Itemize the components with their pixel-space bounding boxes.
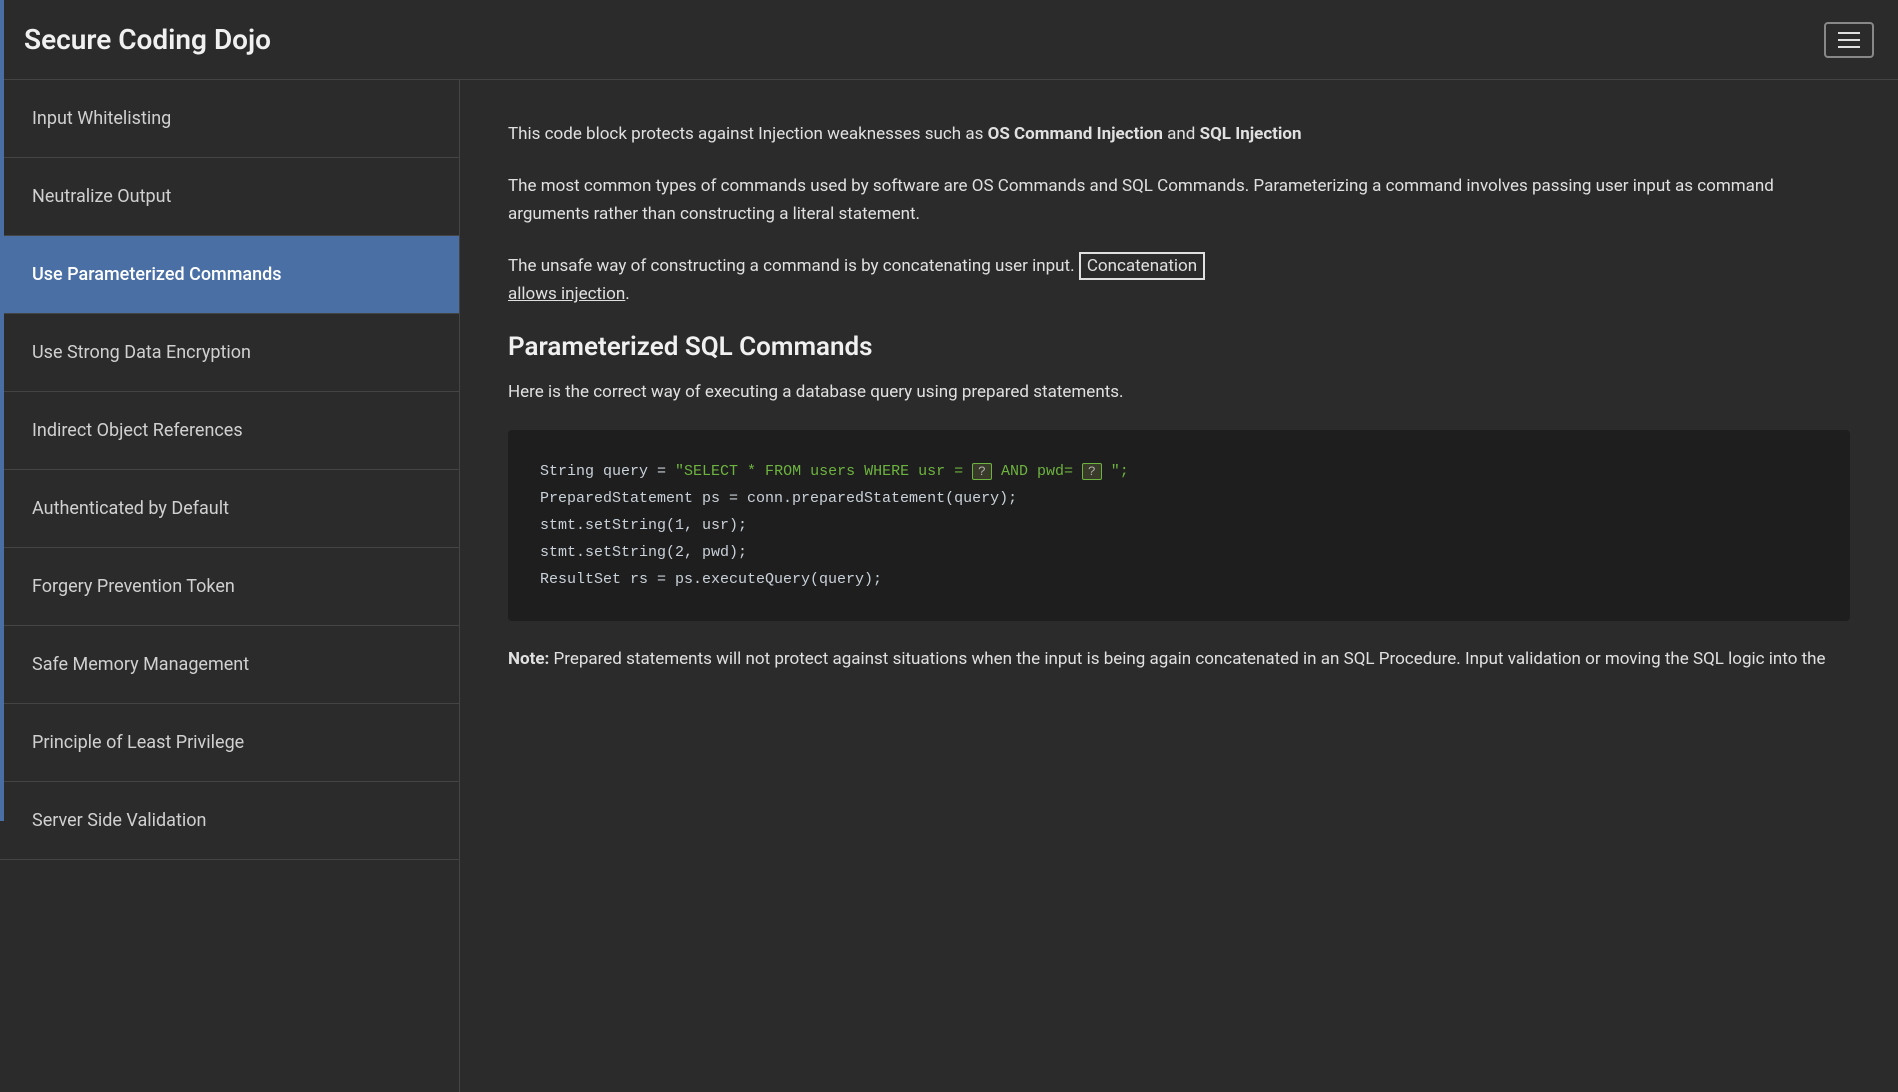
hamburger-line2 — [1838, 39, 1860, 41]
note-paragraph: Note: Prepared statements will not prote… — [508, 645, 1850, 673]
sidebar-label: Forgery Prevention Token — [32, 576, 235, 597]
para2-before: The unsafe way of constructing a command… — [508, 256, 1075, 276]
concatenation-highlight: Concatenation — [1079, 252, 1205, 280]
sidebar-label: Neutralize Output — [32, 186, 171, 207]
sidebar-item-forgery-prevention-token[interactable]: Forgery Prevention Token — [0, 548, 459, 626]
sidebar: Input Whitelisting Neutralize Output Use… — [0, 80, 460, 1092]
code-string-start: "SELECT * FROM users WHERE usr = — [675, 463, 963, 480]
intro-text-middle: and — [1163, 124, 1200, 144]
sidebar-item-server-side-validation[interactable]: Server Side Validation — [0, 782, 459, 860]
intro-text-before-bold: This code block protects against Injecti… — [508, 124, 988, 144]
code-line3: stmt.setString(1, usr); — [540, 512, 1818, 539]
menu-button[interactable] — [1824, 22, 1874, 58]
sidebar-label: Use Strong Data Encryption — [32, 342, 251, 363]
code-placeholder1: ? — [972, 463, 992, 480]
allows-injection: allows injection — [508, 284, 625, 304]
hamburger-line3 — [1838, 46, 1860, 48]
code-line4: stmt.setString(2, pwd); — [540, 539, 1818, 566]
para1: The most common types of commands used b… — [508, 172, 1850, 228]
sidebar-item-neutralize-output[interactable]: Neutralize Output — [0, 158, 459, 236]
sidebar-label: Authenticated by Default — [32, 498, 229, 519]
code-space: query = — [603, 463, 675, 480]
sidebar-item-indirect-object-references[interactable]: Indirect Object References — [0, 392, 459, 470]
sidebar-label: Safe Memory Management — [32, 654, 249, 675]
code-string-mid: AND pwd= — [1001, 463, 1073, 480]
intro-bold2: SQL Injection — [1200, 124, 1302, 144]
intro-paragraph: This code block protects against Injecti… — [508, 120, 1850, 148]
note-text: Prepared statements will not protect aga… — [549, 649, 1825, 669]
main-layout: Input Whitelisting Neutralize Output Use… — [0, 80, 1898, 1092]
sidebar-item-principle-of-least-privilege[interactable]: Principle of Least Privilege — [0, 704, 459, 782]
sidebar-item-authenticated-by-default[interactable]: Authenticated by Default — [0, 470, 459, 548]
sidebar-item-safe-memory-management[interactable]: Safe Memory Management — [0, 626, 459, 704]
code-type: String — [540, 463, 594, 480]
code-placeholder2: ? — [1082, 463, 1102, 480]
sidebar-label: Indirect Object References — [32, 420, 243, 441]
here-is: Here is the correct way of executing a d… — [508, 378, 1850, 406]
note-bold: Note: — [508, 649, 549, 669]
code-block: String query = "SELECT * FROM users WHER… — [508, 430, 1850, 621]
para2: The unsafe way of constructing a command… — [508, 252, 1850, 308]
section-heading: Parameterized SQL Commands — [508, 332, 1850, 362]
sidebar-label: Use Parameterized Commands — [32, 264, 282, 285]
sidebar-label: Principle of Least Privilege — [32, 732, 244, 753]
hamburger-line1 — [1838, 32, 1860, 34]
sidebar-item-input-whitelisting[interactable]: Input Whitelisting — [0, 80, 459, 158]
sidebar-label: Input Whitelisting — [32, 108, 171, 129]
code-line5: ResultSet rs = ps.executeQuery(query); — [540, 566, 1818, 593]
app-title: Secure Coding Dojo — [24, 23, 271, 56]
code-line1: String query = "SELECT * FROM users WHER… — [540, 458, 1818, 485]
code-string-end: "; — [1111, 463, 1129, 480]
code-line2: PreparedStatement ps = conn.preparedStat… — [540, 485, 1818, 512]
sidebar-item-use-parameterized-commands[interactable]: Use Parameterized Commands — [0, 236, 459, 314]
intro-bold1: OS Command Injection — [988, 124, 1163, 144]
content-area: This code block protects against Injecti… — [460, 80, 1898, 1092]
app-header: Secure Coding Dojo — [0, 0, 1898, 80]
sidebar-item-use-strong-data-encryption[interactable]: Use Strong Data Encryption — [0, 314, 459, 392]
sidebar-label: Server Side Validation — [32, 810, 206, 831]
